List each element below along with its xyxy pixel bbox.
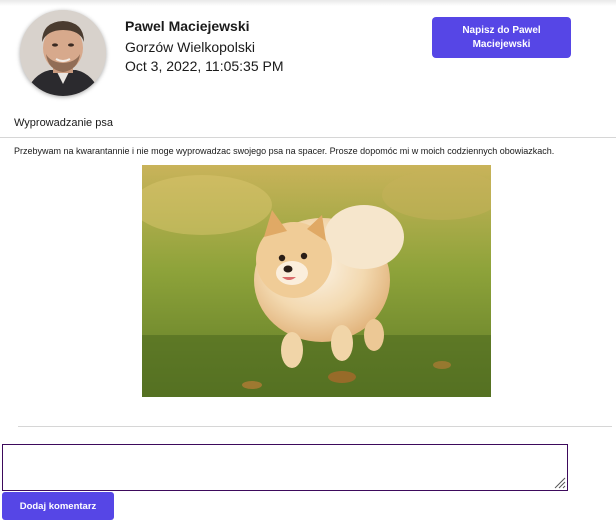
dog-photo <box>142 165 491 397</box>
post-page: Pawel Maciejewski Gorzów Wielkopolski Oc… <box>0 0 616 524</box>
top-shadow <box>0 0 616 6</box>
post-image <box>142 165 491 397</box>
resize-grip-icon[interactable] <box>553 476 566 489</box>
avatar-photo <box>20 10 106 96</box>
divider <box>0 137 616 138</box>
message-author-button[interactable]: Napisz do Pawel Maciejewski <box>432 17 571 58</box>
divider <box>18 426 612 427</box>
author-name: Pawel Maciejewski <box>125 18 250 34</box>
avatar <box>20 10 106 96</box>
post-title: Wyprowadzanie psa <box>14 117 113 129</box>
post-date: Oct 3, 2022, 11:05:35 PM <box>125 58 284 74</box>
add-comment-button[interactable]: Dodaj komentarz <box>2 492 114 520</box>
comment-input[interactable] <box>2 444 568 491</box>
author-city: Gorzów Wielkopolski <box>125 39 255 55</box>
post-description: Przebywam na kwarantannie i nie moge wyp… <box>14 146 555 156</box>
